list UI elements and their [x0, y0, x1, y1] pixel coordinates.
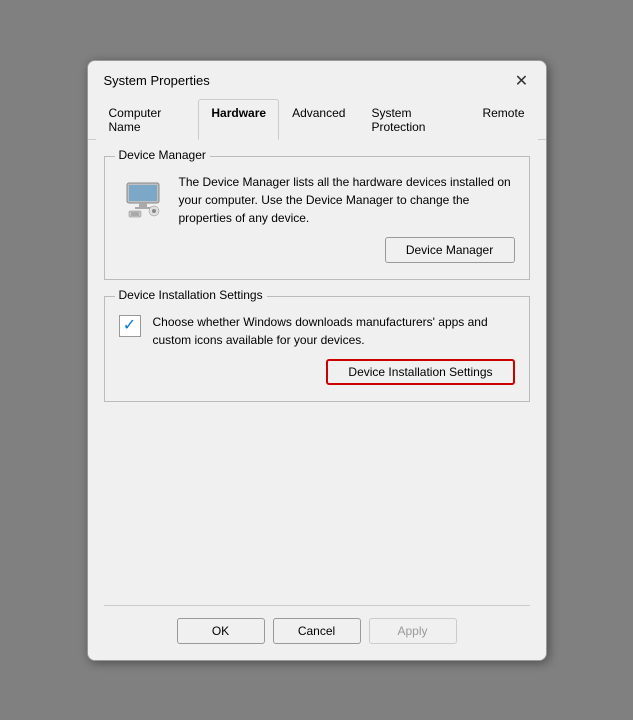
device-installation-inner: ✓ Choose whether Windows downloads manuf… — [119, 313, 515, 349]
dialog-footer: OK Cancel Apply — [104, 605, 530, 644]
checkmark-icon: ✓ — [123, 318, 136, 334]
tab-remote[interactable]: Remote — [469, 99, 537, 140]
tab-advanced[interactable]: Advanced — [279, 99, 358, 140]
device-installation-settings-button[interactable]: Device Installation Settings — [326, 359, 514, 385]
close-button[interactable]: ✕ — [510, 69, 534, 93]
device-manager-button-row: Device Manager — [119, 237, 515, 263]
window-title: System Properties — [104, 73, 210, 88]
tab-content: Device Manager — [88, 140, 546, 660]
device-installation-section-label: Device Installation Settings — [115, 288, 267, 302]
tab-computer-name[interactable]: Computer Name — [96, 99, 199, 140]
device-manager-description: The Device Manager lists all the hardwar… — [179, 173, 515, 227]
device-manager-icon — [119, 173, 167, 221]
title-bar: System Properties ✕ — [88, 61, 546, 99]
device-manager-button[interactable]: Device Manager — [385, 237, 515, 263]
device-installation-description: Choose whether Windows downloads manufac… — [153, 313, 515, 349]
cancel-button[interactable]: Cancel — [273, 618, 361, 644]
device-installation-section: Device Installation Settings ✓ Choose wh… — [104, 296, 530, 402]
device-manager-inner: The Device Manager lists all the hardwar… — [119, 173, 515, 227]
device-manager-section-label: Device Manager — [115, 148, 210, 162]
tab-system-protection[interactable]: System Protection — [358, 99, 469, 140]
ok-button[interactable]: OK — [177, 618, 265, 644]
hardware-svg-icon — [121, 175, 165, 219]
system-properties-dialog: System Properties ✕ Computer Name Hardwa… — [87, 60, 547, 661]
apply-button[interactable]: Apply — [369, 618, 457, 644]
device-installation-button-row: Device Installation Settings — [119, 359, 515, 385]
tab-hardware[interactable]: Hardware — [198, 99, 279, 140]
tab-strip: Computer Name Hardware Advanced System P… — [88, 99, 546, 140]
device-manager-section: Device Manager — [104, 156, 530, 280]
device-installation-checkbox[interactable]: ✓ — [119, 315, 141, 337]
